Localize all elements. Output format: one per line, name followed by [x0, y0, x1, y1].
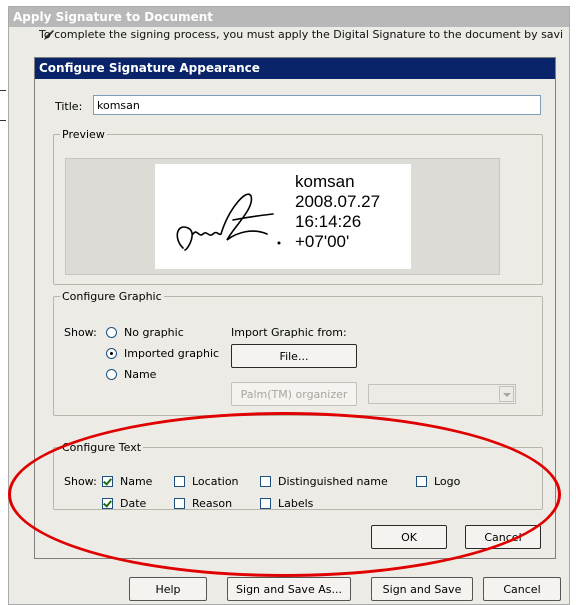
- date-checkbox-label: Date: [120, 497, 147, 510]
- logo-checkbox[interactable]: [416, 476, 427, 487]
- imported-graphic-radio[interactable]: [106, 348, 117, 359]
- no-graphic-label: No graphic: [124, 326, 184, 339]
- labels-checkbox-label: Labels: [278, 497, 314, 510]
- reason-checkbox[interactable]: [174, 498, 185, 509]
- configure-signature-dialog: Configure Signature Appearance Title: Pr…: [34, 57, 556, 559]
- sign-and-save-button[interactable]: Sign and Save: [371, 577, 473, 601]
- distinguished-name-checkbox[interactable]: [260, 476, 271, 487]
- configure-graphic-legend: Configure Graphic: [62, 290, 162, 303]
- apply-signature-title: Apply Signature to Document: [9, 7, 569, 27]
- location-checkbox[interactable]: [174, 476, 185, 487]
- location-checkbox-label: Location: [192, 475, 239, 488]
- reason-checkbox-label: Reason: [192, 497, 233, 510]
- palm-organizer-button[interactable]: Palm(TM) organizer: [231, 382, 357, 406]
- preview-legend: Preview: [62, 128, 105, 141]
- signature-text: komsan 2008.07.27 16:14:26 +07'00': [295, 172, 380, 252]
- signature-timezone: +07'00': [295, 232, 350, 251]
- signature-graphic: [176, 193, 281, 251]
- apply-signature-intro-text: To complete the signing process, you mus…: [39, 28, 563, 41]
- date-checkbox[interactable]: [102, 498, 113, 509]
- help-button[interactable]: Help: [129, 577, 207, 601]
- edge-artifact: [0, 90, 6, 91]
- signature-date: 2008.07.27: [295, 192, 381, 211]
- preview-area: komsan 2008.07.27 16:14:26 +07'00': [65, 158, 500, 275]
- name-checkbox-label: Name: [120, 475, 153, 488]
- edge-artifact: [0, 120, 6, 121]
- name-graphic-label: Name: [124, 368, 157, 381]
- file-button[interactable]: File...: [231, 344, 357, 368]
- imported-graphic-label: Imported graphic: [124, 347, 220, 360]
- text-show-label: Show:: [64, 475, 97, 488]
- background-cancel-button[interactable]: Cancel: [483, 577, 561, 601]
- signature-time: 16:14:26: [295, 212, 362, 231]
- no-graphic-radio[interactable]: [106, 327, 117, 338]
- sign-and-save-as-button[interactable]: Sign and Save As...: [227, 577, 351, 601]
- name-checkbox[interactable]: [102, 476, 113, 487]
- graphic-show-label: Show:: [64, 326, 97, 339]
- preview-group: Preview komsan 2008.07.27 16:14:26 +07'0…: [53, 128, 543, 285]
- import-graphic-label: Import Graphic from:: [231, 326, 347, 339]
- title-label: Title:: [55, 100, 83, 113]
- chevron-down-icon[interactable]: [499, 386, 514, 402]
- palm-organizer-select[interactable]: [368, 384, 516, 404]
- configure-text-legend: Configure Text: [62, 441, 142, 454]
- name-graphic-radio[interactable]: [106, 369, 117, 380]
- signature-preview: komsan 2008.07.27 16:14:26 +07'00': [155, 164, 411, 269]
- labels-checkbox[interactable]: [260, 498, 271, 509]
- distinguished-name-checkbox-label: Distinguished name: [278, 475, 388, 488]
- configure-graphic-group: Configure Graphic Show: No graphic Impor…: [53, 290, 543, 416]
- configure-text-group: Configure Text Show: Name Location Disti…: [53, 441, 543, 510]
- title-input[interactable]: [93, 95, 541, 115]
- ok-button[interactable]: OK: [371, 525, 447, 549]
- dialog-title: Configure Signature Appearance: [35, 58, 555, 79]
- signature-name: komsan: [295, 172, 355, 191]
- cancel-button[interactable]: Cancel: [465, 525, 541, 549]
- logo-checkbox-label: Logo: [434, 475, 461, 488]
